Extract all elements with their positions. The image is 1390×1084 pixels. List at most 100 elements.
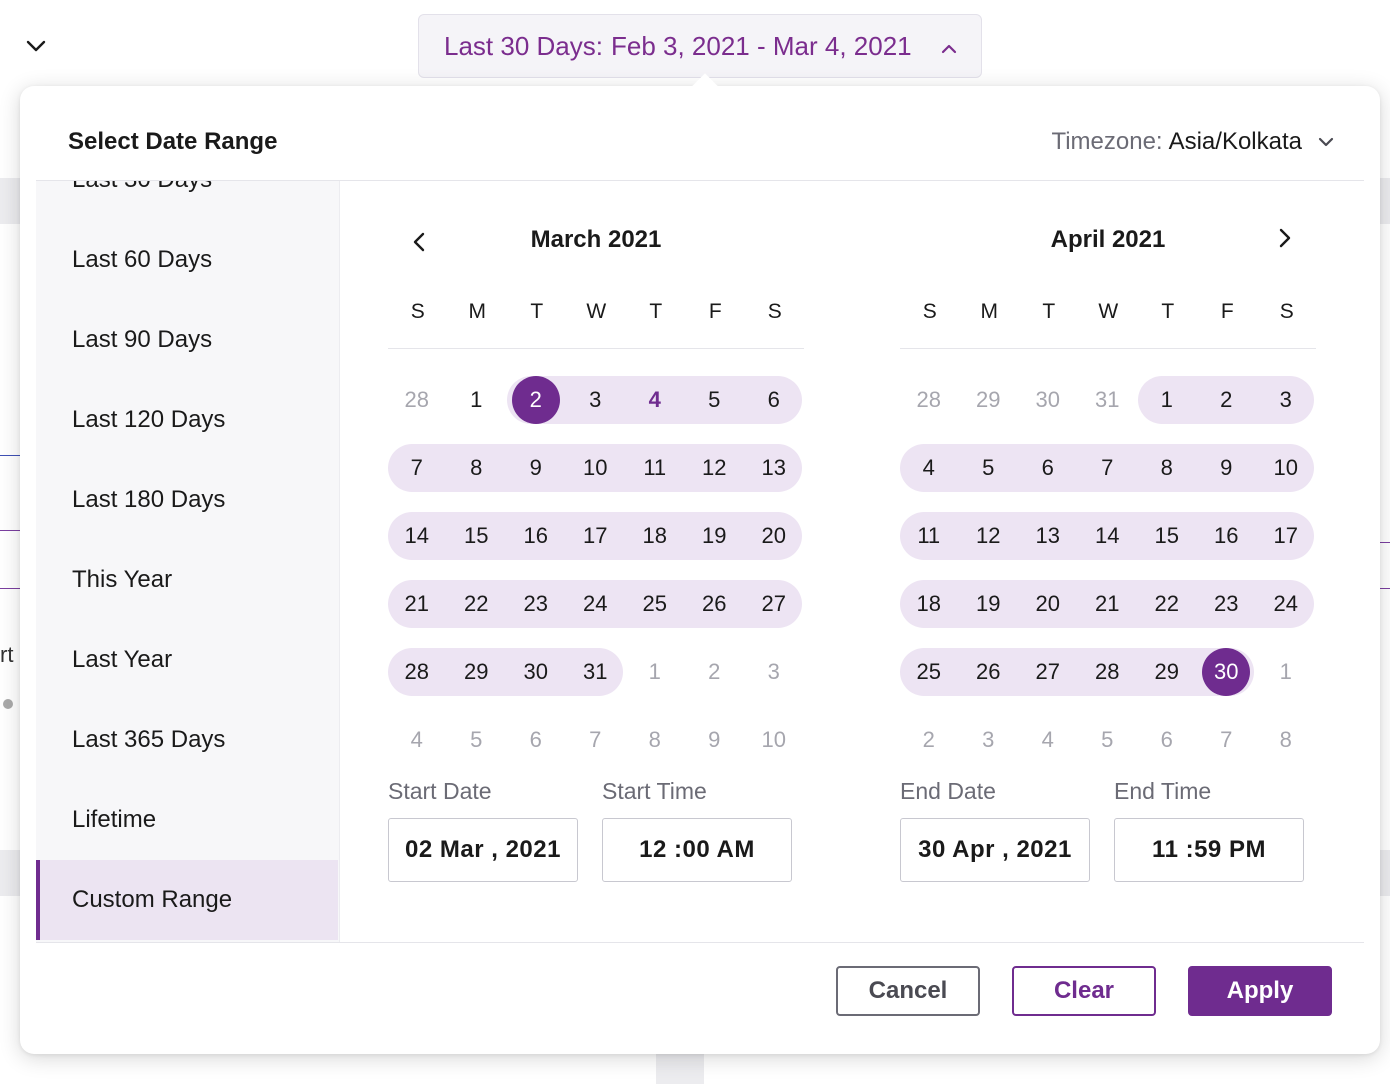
calendar-day[interactable]: 16 (1202, 512, 1250, 560)
calendar-day[interactable]: 18 (905, 580, 953, 628)
calendar-day[interactable]: 6 (750, 376, 798, 424)
calendar-day[interactable]: 12 (690, 444, 738, 492)
preset-item[interactable]: Last 90 Days (36, 300, 338, 380)
calendar-day[interactable]: 3 (964, 716, 1012, 764)
end-date-input[interactable]: 30 Apr , 2021 (900, 818, 1090, 882)
date-range-trigger[interactable]: Last 30 Days: Feb 3, 2021 - Mar 4, 2021 (418, 14, 982, 78)
calendar-day[interactable]: 8 (1143, 444, 1191, 492)
cancel-button[interactable]: Cancel (836, 966, 980, 1016)
calendar-day[interactable]: 1 (1262, 648, 1310, 696)
calendar-day[interactable]: 28 (393, 376, 441, 424)
preset-item[interactable]: Last 60 Days (36, 220, 338, 300)
preset-item[interactable]: Last 180 Days (36, 460, 338, 540)
calendar-day[interactable]: 13 (750, 444, 798, 492)
calendar-day[interactable]: 31 (1083, 376, 1131, 424)
calendar-day[interactable]: 29 (1143, 648, 1191, 696)
calendar-day[interactable]: 26 (690, 580, 738, 628)
calendar-day[interactable]: 17 (571, 512, 619, 560)
calendar-day[interactable]: 27 (1024, 648, 1072, 696)
calendar-day[interactable]: 10 (750, 716, 798, 764)
preset-item[interactable]: Last 120 Days (36, 380, 338, 460)
calendar-day[interactable]: 7 (1202, 716, 1250, 764)
calendar-day[interactable]: 24 (571, 580, 619, 628)
calendar-day[interactable]: 5 (690, 376, 738, 424)
calendar-day[interactable]: 30 (1024, 376, 1072, 424)
calendar-day[interactable]: 28 (393, 648, 441, 696)
preset-item[interactable]: Last 30 Days (36, 181, 338, 220)
calendar-day[interactable]: 2 (1202, 376, 1250, 424)
calendar-day[interactable]: 3 (1262, 376, 1310, 424)
calendar-day[interactable]: 21 (393, 580, 441, 628)
timezone-select[interactable]: Timezone: Asia/Kolkata (1051, 128, 1336, 156)
calendar-day[interactable]: 14 (393, 512, 441, 560)
calendar-day[interactable]: 11 (631, 444, 679, 492)
calendar-day[interactable]: 19 (690, 512, 738, 560)
start-date-input[interactable]: 02 Mar , 2021 (388, 818, 578, 882)
calendar-day[interactable]: 9 (512, 444, 560, 492)
preset-item[interactable]: This Year (36, 540, 338, 620)
calendar-day[interactable]: 1 (452, 376, 500, 424)
calendar-day[interactable]: 28 (1083, 648, 1131, 696)
chevron-down-icon[interactable] (22, 32, 50, 60)
calendar-day[interactable]: 9 (690, 716, 738, 764)
start-time-input[interactable]: 12 :00 AM (602, 818, 792, 882)
apply-button[interactable]: Apply (1188, 966, 1332, 1016)
calendar-day[interactable]: 7 (571, 716, 619, 764)
preset-item[interactable]: Last 365 Days (36, 700, 338, 780)
calendar-day[interactable]: 4 (905, 444, 953, 492)
calendar-day[interactable]: 29 (452, 648, 500, 696)
clear-button[interactable]: Clear (1012, 966, 1156, 1016)
calendar-day[interactable]: 4 (631, 376, 679, 424)
calendar-day[interactable]: 13 (1024, 512, 1072, 560)
calendar-day[interactable]: 7 (1083, 444, 1131, 492)
calendar-day[interactable]: 1 (631, 648, 679, 696)
calendar-day[interactable]: 3 (571, 376, 619, 424)
calendar-day[interactable]: 30 (1202, 648, 1251, 696)
calendar-day[interactable]: 6 (1024, 444, 1072, 492)
calendar-day[interactable]: 15 (452, 512, 500, 560)
calendar-day[interactable]: 10 (1262, 444, 1310, 492)
calendar-day[interactable]: 26 (964, 648, 1012, 696)
calendar-day[interactable]: 5 (964, 444, 1012, 492)
calendar-day[interactable]: 7 (393, 444, 441, 492)
calendar-day[interactable]: 6 (512, 716, 560, 764)
calendar-day[interactable]: 27 (750, 580, 798, 628)
calendar-day[interactable]: 10 (571, 444, 619, 492)
calendar-day[interactable]: 22 (452, 580, 500, 628)
calendar-day[interactable]: 29 (964, 376, 1012, 424)
preset-item[interactable]: Lifetime (36, 780, 338, 860)
calendar-day[interactable]: 28 (905, 376, 953, 424)
calendar-day[interactable]: 2 (905, 716, 953, 764)
calendar-day[interactable]: 21 (1083, 580, 1131, 628)
calendar-day[interactable]: 23 (1202, 580, 1250, 628)
preset-item[interactable]: Last Year (36, 620, 338, 700)
calendar-day[interactable]: 6 (1143, 716, 1191, 764)
calendar-day[interactable]: 20 (750, 512, 798, 560)
calendar-day[interactable]: 15 (1143, 512, 1191, 560)
calendar-day[interactable]: 23 (512, 580, 560, 628)
calendar-day[interactable]: 3 (750, 648, 798, 696)
calendar-day[interactable]: 25 (631, 580, 679, 628)
calendar-day[interactable]: 12 (964, 512, 1012, 560)
calendar-day[interactable]: 5 (1083, 716, 1131, 764)
calendar-day[interactable]: 16 (512, 512, 560, 560)
calendar-day[interactable]: 5 (452, 716, 500, 764)
previous-month-button[interactable] (404, 226, 436, 258)
calendar-day[interactable]: 11 (905, 512, 953, 560)
calendar-day[interactable]: 2 (690, 648, 738, 696)
calendar-day[interactable]: 18 (631, 512, 679, 560)
end-time-input[interactable]: 11 :59 PM (1114, 818, 1304, 882)
calendar-day[interactable]: 8 (1262, 716, 1310, 764)
next-month-button[interactable] (1268, 222, 1300, 254)
calendar-day[interactable]: 20 (1024, 580, 1072, 628)
calendar-day[interactable]: 9 (1202, 444, 1250, 492)
calendar-day[interactable]: 24 (1262, 580, 1310, 628)
calendar-day[interactable]: 14 (1083, 512, 1131, 560)
calendar-day[interactable]: 22 (1143, 580, 1191, 628)
calendar-day[interactable]: 30 (512, 648, 560, 696)
calendar-day[interactable]: 17 (1262, 512, 1310, 560)
calendar-day[interactable]: 19 (964, 580, 1012, 628)
preset-item[interactable]: Custom Range (36, 860, 338, 940)
calendar-day[interactable]: 31 (571, 648, 619, 696)
calendar-day[interactable]: 1 (1143, 376, 1191, 424)
